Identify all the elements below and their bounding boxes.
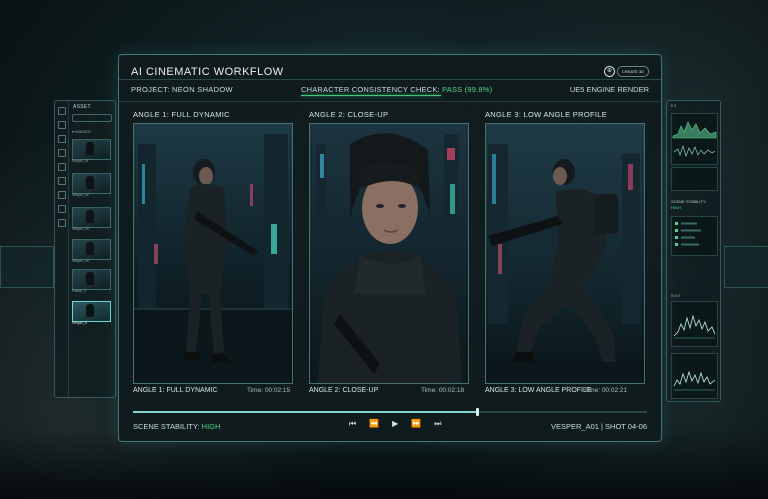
window-title: AI CINEMATIC WORKFLOW (131, 66, 284, 78)
asset-thumbnail[interactable] (72, 139, 111, 160)
header-divider (119, 79, 661, 80)
analytics-stability-value: HIGH (671, 205, 681, 210)
scene-stability: SCENE STABILITY: HIGH (133, 422, 220, 431)
main-window: AI CINEMATIC WORKFLOW ⊕ CREATE 3D PROJEC… (118, 54, 662, 442)
asset-thumbnail[interactable] (72, 207, 111, 228)
asset-label: Vesper_01 (72, 159, 89, 163)
asset-thumbnail-selected[interactable] (72, 301, 111, 322)
video-icon[interactable] (57, 149, 66, 157)
asset-folder-images[interactable]: ▾ IMAGES (72, 129, 91, 134)
asset-toolbar (55, 101, 69, 397)
asset-label: Frame_2 (72, 289, 87, 293)
scene-stability-label: SCENE STABILITY: (133, 422, 200, 431)
telemetry-box (671, 167, 718, 191)
shot-id: VESPER_A01 | SHOT 04-06 (550, 422, 647, 431)
playback-controls: ⏮ ⏪ ▶ ⏩ ⏭ (349, 419, 442, 429)
shot-graph-2 (671, 353, 718, 399)
shot-title: ANGLE 3: LOW ANGLE PROFILE (485, 110, 608, 119)
rewind-icon[interactable]: ⏪ (369, 419, 379, 429)
engine-label: UE5 ENGINE RENDER (569, 85, 649, 94)
asset-label: Vesper_04 (72, 259, 89, 263)
skip-back-icon[interactable]: ⏮ (349, 419, 356, 429)
shot-time: Time: 00:02:18 (421, 387, 465, 394)
analytics-title: E.3 (671, 104, 677, 108)
user-icon[interactable]: ⊕ (604, 66, 615, 77)
timeline-scrubber[interactable] (133, 408, 647, 416)
timeline-playhead[interactable] (476, 408, 480, 416)
asset-panel: ASSET ▾ IMAGES Vesper_01 Vesper_02 Vespe… (54, 100, 116, 398)
header-button[interactable]: CREATE 3D (617, 66, 649, 77)
shot-time: Time: 00:02:21 (584, 387, 628, 394)
trash-icon[interactable] (57, 219, 66, 227)
waveform-graph (671, 113, 718, 165)
consistency-check: CHARACTER CONSISTENCY CHECK: PASS (99.8%… (301, 85, 492, 94)
share-icon[interactable] (57, 191, 66, 199)
shot-caption: ANGLE 3: LOW ANGLE PROFILE (485, 387, 592, 394)
asset-thumbnail[interactable] (72, 239, 111, 260)
consistency-check-label: CHARACTER CONSISTENCY CHECK: (301, 85, 440, 94)
asset-thumbnail[interactable] (72, 269, 111, 290)
shot-title: ANGLE 1: FULL DYNAMIC (133, 110, 230, 119)
background-monitor-right (724, 246, 768, 288)
play-icon[interactable]: ▶ (392, 419, 398, 429)
background-monitor-left (0, 246, 54, 288)
folder-icon[interactable] (57, 121, 66, 129)
analytics-stability-label: SCENE STABILITY: (671, 199, 707, 204)
scene-stability-value: HIGH (201, 422, 221, 431)
stability-list (671, 216, 718, 256)
asset-label: Vesper_5 (72, 321, 87, 325)
layers-icon[interactable] (57, 163, 66, 171)
project-label: PROJECT: NEON SHADOW (131, 85, 233, 94)
shot-frame-low-angle-profile[interactable] (485, 123, 645, 384)
consistency-progress-bar (301, 95, 441, 96)
analytics-section-label: SHOT (671, 294, 681, 298)
export-icon[interactable] (57, 205, 66, 213)
asset-label: Vesper_03 (72, 227, 89, 231)
menu-icon[interactable] (57, 107, 66, 115)
shot-time: Time: 00:02:15 (247, 387, 291, 394)
asset-label: Vesper_02 (72, 193, 89, 197)
settings-icon[interactable] (57, 177, 66, 185)
asset-search-input[interactable] (72, 114, 112, 122)
shot-frame-close-up[interactable] (309, 123, 469, 384)
skip-forward-icon[interactable]: ⏭ (434, 419, 441, 429)
shot-title: ANGLE 2: CLOSE-UP (309, 110, 389, 119)
shot-graph-1 (671, 301, 718, 347)
timeline-progress (133, 411, 478, 413)
image-icon[interactable] (57, 135, 66, 143)
shot-caption: ANGLE 1: FULL DYNAMIC (133, 387, 218, 394)
asset-thumbnail[interactable] (72, 173, 111, 194)
shot-frame-full-dynamic[interactable] (133, 123, 293, 384)
asset-title: ASSET (73, 104, 91, 110)
analytics-panel: E.3 SCENE STABILITY: HIGH SHOT (666, 100, 721, 402)
consistency-check-status: PASS (99.8%) (442, 85, 493, 94)
fast-forward-icon[interactable]: ⏩ (411, 419, 421, 429)
subheader-divider (119, 101, 661, 102)
shot-caption: ANGLE 2: CLOSE-UP (309, 387, 379, 394)
